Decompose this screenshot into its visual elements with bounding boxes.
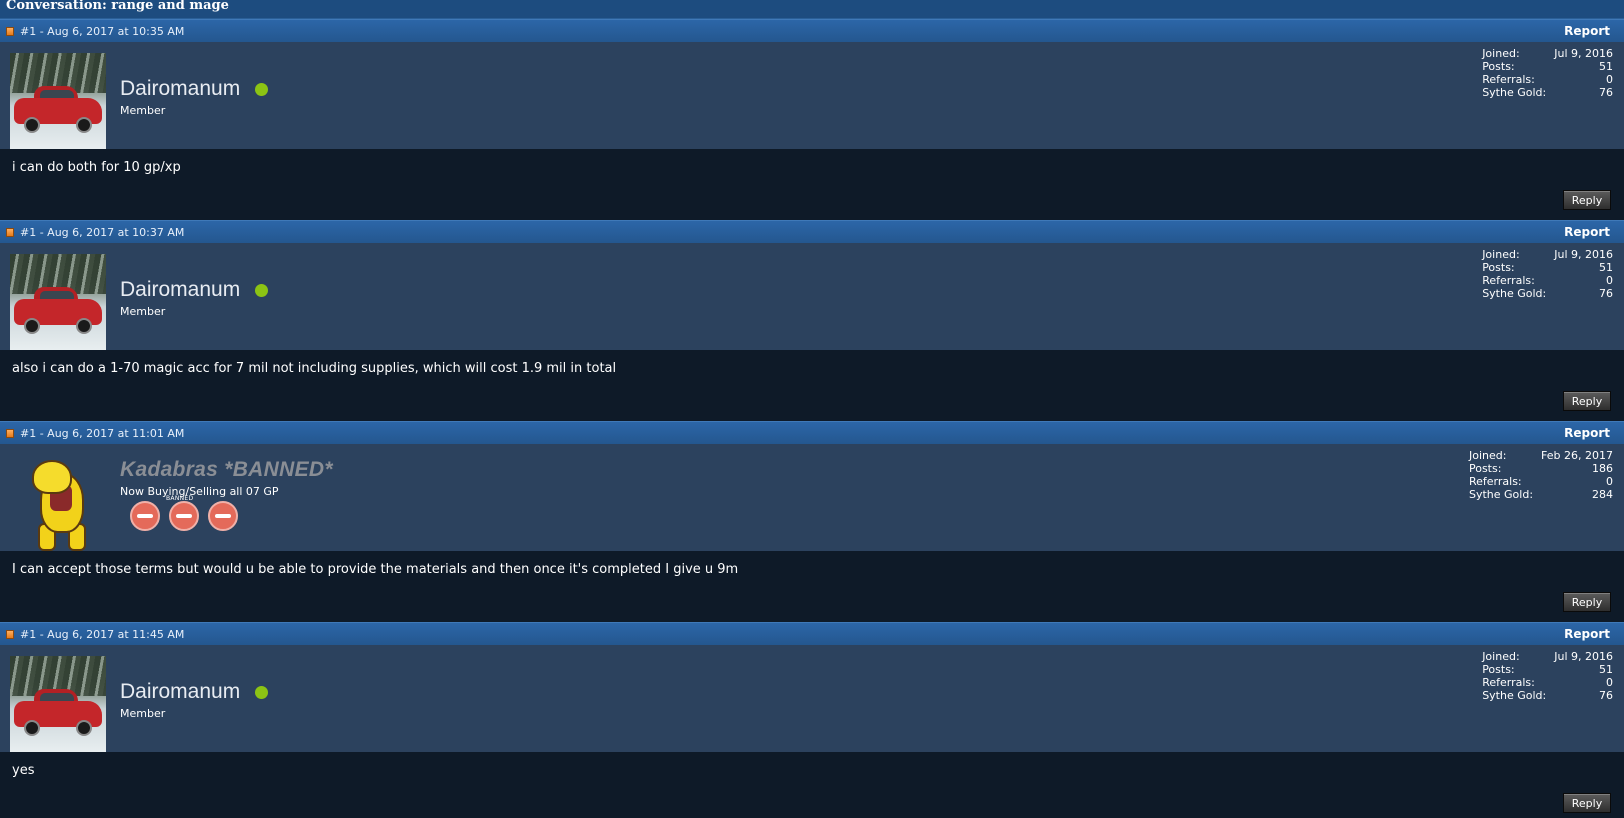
stat-label: Sythe Gold: — [1468, 488, 1534, 501]
stat-label: Posts: — [1482, 663, 1515, 676]
avatar[interactable] — [10, 656, 106, 752]
stat-joined: Jul 9, 2016 — [1554, 650, 1613, 663]
username[interactable]: Kadabras *BANNED* — [120, 458, 333, 482]
post-header-bar: #1 - Aug 6, 2017 at 11:45 AM Report — [0, 623, 1624, 645]
stat-label: Sythe Gold: — [1482, 86, 1547, 99]
banned-label: BANNED — [166, 495, 194, 502]
stat-referrals: 0 — [1606, 274, 1613, 287]
stat-gold: 76 — [1599, 689, 1613, 702]
post-meta: #1 - Aug 6, 2017 at 10:35 AM — [20, 24, 185, 38]
online-status-icon — [255, 82, 269, 96]
banned-badges: BANNED — [130, 495, 333, 531]
stat-posts: 51 — [1599, 663, 1613, 676]
message-text: I can accept those terms but would u be … — [12, 562, 739, 577]
post: #1 - Aug 6, 2017 at 10:37 AM Report Dair… — [0, 220, 1624, 421]
note-icon — [6, 26, 14, 36]
stat-posts: 186 — [1592, 462, 1613, 475]
message-area: i can do both for 10 gp/xp Reply — [0, 149, 1624, 219]
conversation-title: Conversation: range and mage — [0, 0, 1624, 19]
reply-button[interactable]: Reply — [1563, 793, 1611, 813]
stat-label: Posts: — [1468, 462, 1502, 475]
user-title: Member — [120, 707, 166, 720]
report-link[interactable]: Report — [1564, 627, 1610, 641]
message-text: yes — [12, 763, 35, 778]
user-stats: Joined: Feb 26, 2017 Posts: 186 Referrals:… — [1469, 449, 1613, 501]
stat-label: Joined: — [1482, 650, 1520, 663]
message-area: also i can do a 1-70 magic acc for 7 mil… — [0, 350, 1624, 420]
post: #1 - Aug 6, 2017 at 11:45 AM Report Dair… — [0, 622, 1624, 818]
stat-gold: 76 — [1599, 287, 1613, 300]
reply-button[interactable]: Reply — [1563, 592, 1611, 612]
user-panel: Dairomanum Member Joined: Jul 9, 2016 Pos… — [0, 645, 1624, 752]
stat-label: Joined: — [1482, 47, 1520, 60]
post-header-bar: #1 - Aug 6, 2017 at 10:35 AM Report — [0, 20, 1624, 42]
user-title: Member — [120, 305, 166, 318]
avatar[interactable] — [10, 53, 106, 149]
user-panel: Kadabras *BANNED* Now Buying/Selling all… — [0, 444, 1624, 551]
stat-posts: 51 — [1599, 60, 1613, 73]
user-title: Member — [120, 104, 166, 117]
user-stats: Joined: Jul 9, 2016 Posts: 51 Referrals: 0 … — [1482, 650, 1613, 702]
user-title: Now Buying/Selling all 07 GP — [120, 485, 279, 498]
message-text: also i can do a 1-70 magic acc for 7 mil… — [12, 361, 617, 376]
conversation-page: Conversation: range and mage #1 - Aug 6,… — [0, 0, 1624, 818]
note-icon — [6, 227, 14, 237]
online-status-icon — [255, 685, 269, 699]
user-stats: Joined: Jul 9, 2016 Posts: 51 Referrals: 0 … — [1482, 248, 1613, 300]
post-meta: #1 - Aug 6, 2017 at 11:45 AM — [20, 627, 185, 641]
report-link[interactable]: Report — [1564, 426, 1610, 440]
username[interactable]: Dairomanum — [120, 77, 240, 101]
message-area: I can accept those terms but would u be … — [0, 551, 1624, 621]
stat-label: Joined: — [1482, 248, 1520, 261]
stat-label: Sythe Gold: — [1482, 689, 1547, 702]
avatar[interactable] — [10, 455, 106, 551]
stat-joined: Feb 26, 2017 — [1541, 449, 1613, 462]
post: #1 - Aug 6, 2017 at 11:01 AM Report Kada… — [0, 421, 1624, 622]
user-panel: Dairomanum Member Joined: Jul 9, 2016 Pos… — [0, 42, 1624, 149]
stat-joined: Jul 9, 2016 — [1554, 47, 1613, 60]
post-meta: #1 - Aug 6, 2017 at 10:37 AM — [20, 225, 185, 239]
username[interactable]: Dairomanum — [120, 680, 240, 704]
stat-label: Sythe Gold: — [1482, 287, 1547, 300]
stat-label: Referrals: — [1468, 475, 1522, 488]
stat-gold: 284 — [1592, 488, 1613, 501]
note-icon — [6, 629, 14, 639]
no-entry-icon — [169, 501, 199, 531]
report-link[interactable]: Report — [1564, 24, 1610, 38]
stat-label: Referrals: — [1482, 676, 1535, 689]
stat-referrals: 0 — [1606, 73, 1613, 86]
reply-button[interactable]: Reply — [1563, 190, 1611, 210]
stat-label: Referrals: — [1482, 274, 1535, 287]
note-icon — [6, 428, 14, 438]
message-area: yes Reply — [0, 752, 1624, 818]
reply-button[interactable]: Reply — [1563, 391, 1611, 411]
stat-referrals: 0 — [1606, 475, 1613, 488]
post-meta: #1 - Aug 6, 2017 at 11:01 AM — [20, 426, 185, 440]
report-link[interactable]: Report — [1564, 225, 1610, 239]
post-header-bar: #1 - Aug 6, 2017 at 10:37 AM Report — [0, 221, 1624, 243]
post-header-bar: #1 - Aug 6, 2017 at 11:01 AM Report — [0, 422, 1624, 444]
post: #1 - Aug 6, 2017 at 10:35 AM Report Dair… — [0, 19, 1624, 220]
no-entry-icon — [208, 501, 238, 531]
stat-referrals: 0 — [1606, 676, 1613, 689]
user-stats: Joined: Jul 9, 2016 Posts: 51 Referrals: 0 … — [1482, 47, 1613, 99]
user-panel: Dairomanum Member Joined: Jul 9, 2016 Pos… — [0, 243, 1624, 350]
message-text: i can do both for 10 gp/xp — [12, 160, 181, 175]
avatar[interactable] — [10, 254, 106, 350]
stat-posts: 51 — [1599, 261, 1613, 274]
stat-joined: Jul 9, 2016 — [1554, 248, 1613, 261]
online-status-icon — [255, 283, 269, 297]
stat-label: Joined: — [1468, 449, 1507, 462]
username[interactable]: Dairomanum — [120, 278, 240, 302]
stat-label: Posts: — [1482, 60, 1515, 73]
stat-gold: 76 — [1599, 86, 1613, 99]
stat-label: Posts: — [1482, 261, 1515, 274]
stat-label: Referrals: — [1482, 73, 1535, 86]
no-entry-icon — [130, 501, 160, 531]
